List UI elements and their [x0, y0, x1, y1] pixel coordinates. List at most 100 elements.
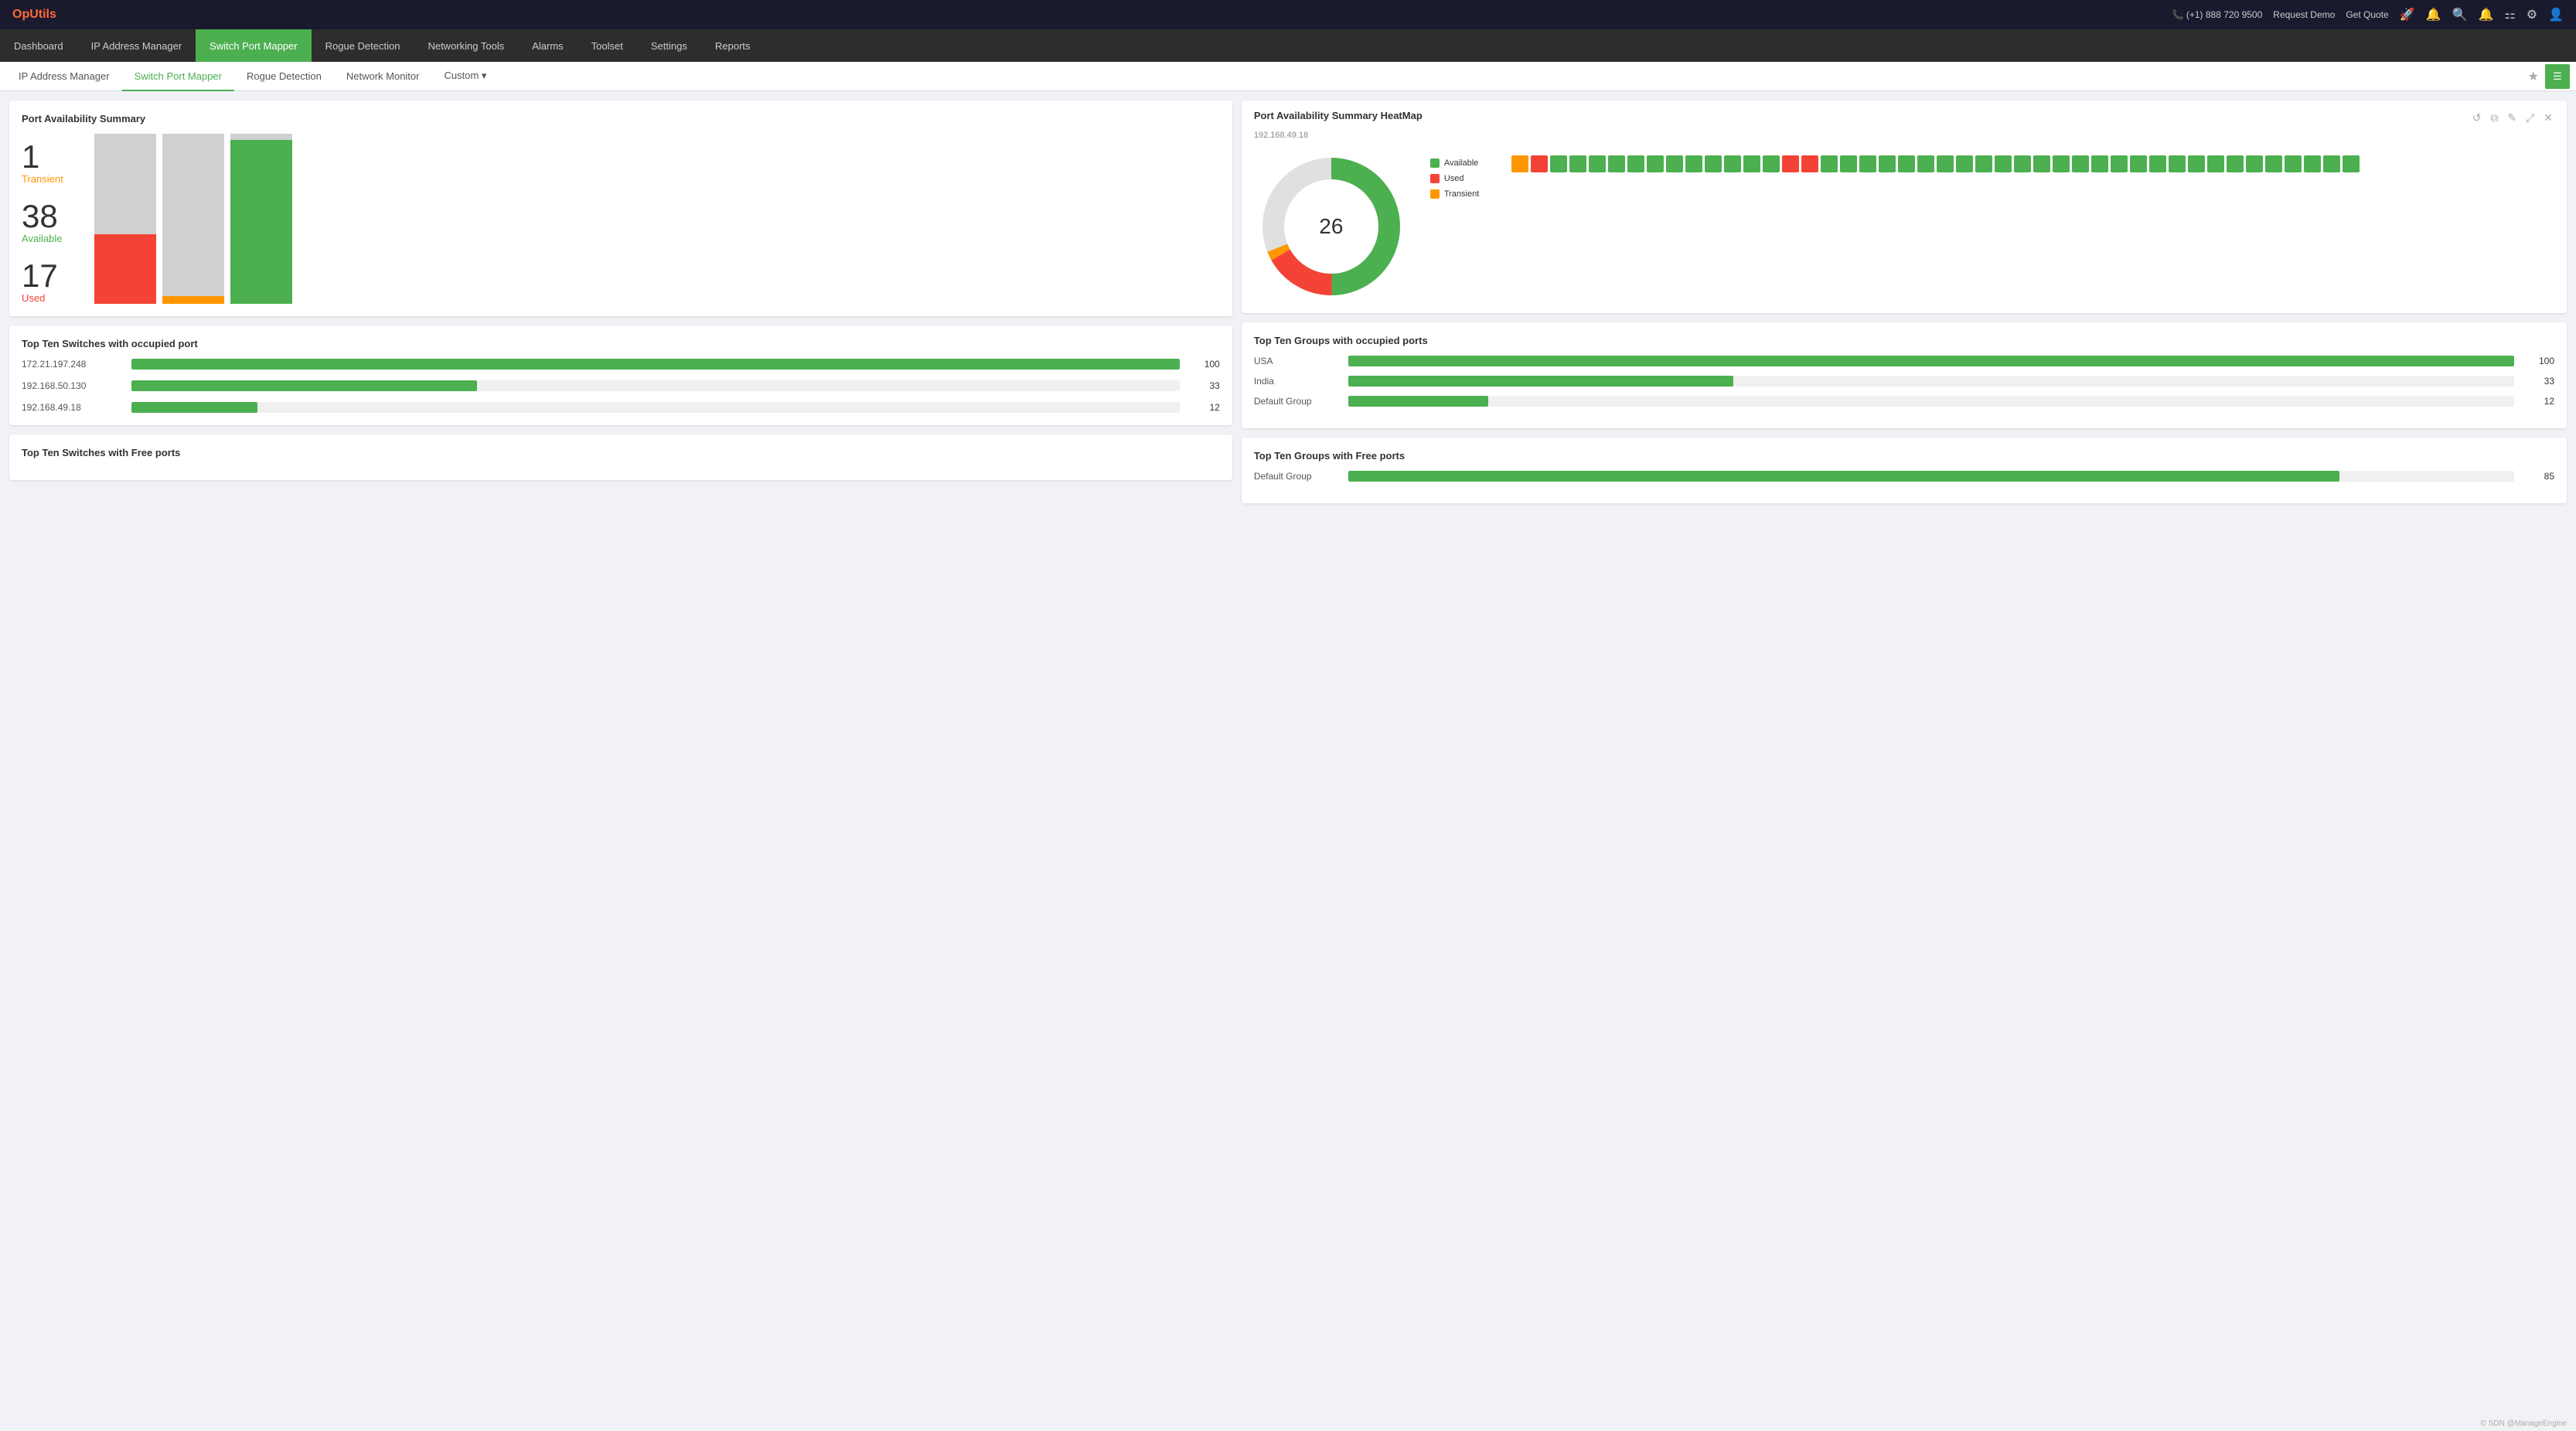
heatmap-cell[interactable]: [1898, 155, 1915, 172]
heatmap-cell[interactable]: [2169, 155, 2186, 172]
transient-stat: 1 Transient: [22, 141, 63, 185]
group-free-label-default: Default Group: [1254, 471, 1339, 482]
switch-label-3: 192.168.49.18: [22, 402, 122, 413]
heatmap-cell[interactable]: [1724, 155, 1741, 172]
heatmap-cell[interactable]: [2207, 155, 2224, 172]
heatmap-cell[interactable]: [2130, 155, 2147, 172]
sub-nav-ip-address-manager[interactable]: IP Address Manager: [6, 63, 122, 91]
heatmap-cell[interactable]: [1995, 155, 2012, 172]
heatmap-cell[interactable]: [2014, 155, 2031, 172]
heatmap-cell[interactable]: [2033, 155, 2050, 172]
switch-bar-track-3: [131, 402, 1180, 413]
heatmap-cell[interactable]: [2246, 155, 2263, 172]
group-bar-track-usa: [1348, 356, 2514, 366]
heatmap-cell[interactable]: [1937, 155, 1954, 172]
heatmap-cell[interactable]: [1879, 155, 1896, 172]
switch-row-3: 192.168.49.18 12: [22, 402, 1220, 413]
groups-free-list: Default Group 85: [1254, 471, 2554, 482]
heatmap-cell[interactable]: [2053, 155, 2070, 172]
copy-icon[interactable]: ⧉: [2489, 110, 2499, 126]
nav-item-switch-port-mapper[interactable]: Switch Port Mapper: [196, 29, 311, 62]
heatmap-cell[interactable]: [2072, 155, 2089, 172]
heatmap-subtitle: 192.168.49.18: [1254, 131, 1423, 140]
heatmap-cell[interactable]: [1821, 155, 1838, 172]
top-switches-free-card: Top Ten Switches with Free ports: [9, 434, 1232, 480]
group-bar-fill-india: [1348, 376, 1733, 387]
heatmap-cell[interactable]: [2265, 155, 2282, 172]
favorite-star-icon[interactable]: ★: [2528, 69, 2539, 84]
heatmap-cell[interactable]: [1569, 155, 1586, 172]
apps-icon[interactable]: ⚏: [2504, 7, 2515, 22]
refresh-icon[interactable]: ↺: [2471, 110, 2483, 126]
nav-item-alarms[interactable]: Alarms: [518, 29, 577, 62]
heatmap-cell[interactable]: [1975, 155, 1992, 172]
heatmap-actions: ↺ ⧉ ✎ ⤢ ✕: [2471, 110, 2554, 126]
heatmap-cell[interactable]: [1550, 155, 1567, 172]
heatmap-cell[interactable]: [1627, 155, 1644, 172]
heatmap-cell[interactable]: [1840, 155, 1857, 172]
nav-item-toolset[interactable]: Toolset: [578, 29, 637, 62]
group-label-india: India: [1254, 376, 1339, 387]
rocket-icon[interactable]: 🚀: [2400, 7, 2415, 22]
nav-item-rogue-detection[interactable]: Rogue Detection: [312, 29, 414, 62]
switches-occupied-list: 172.21.197.248 100 192.168.50.130 33 192…: [22, 359, 1220, 413]
hamburger-icon[interactable]: ☰: [2545, 64, 2570, 89]
heatmap-cell[interactable]: [1917, 155, 1934, 172]
heatmap-cell[interactable]: [2304, 155, 2321, 172]
sub-nav-switch-port-mapper[interactable]: Switch Port Mapper: [122, 63, 234, 91]
heatmap-cell[interactable]: [1647, 155, 1664, 172]
heatmap-cell[interactable]: [1743, 155, 1760, 172]
group-free-bar-track-default: [1348, 471, 2514, 482]
sub-nav-actions: ★ ☰: [2528, 64, 2570, 89]
heatmap-cell[interactable]: [2188, 155, 2205, 172]
heatmap-cell[interactable]: [1608, 155, 1625, 172]
switch-bar-fill-1: [131, 359, 1180, 370]
heatmap-cell[interactable]: [1666, 155, 1683, 172]
heatmap-cell[interactable]: [1511, 155, 1528, 172]
heatmap-cell[interactable]: [2149, 155, 2166, 172]
switch-row-1: 172.21.197.248 100: [22, 359, 1220, 370]
heatmap-cell[interactable]: [1589, 155, 1606, 172]
heatmap-cell[interactable]: [2227, 155, 2244, 172]
nav-item-reports[interactable]: Reports: [701, 29, 765, 62]
nav-item-networking-tools[interactable]: Networking Tools: [414, 29, 518, 62]
close-icon[interactable]: ✕: [2542, 110, 2554, 126]
heatmap-cell[interactable]: [1705, 155, 1722, 172]
sub-nav-rogue-detection[interactable]: Rogue Detection: [234, 63, 334, 91]
top-switches-occupied-card: Top Ten Switches with occupied port 172.…: [9, 325, 1232, 425]
heatmap-cell[interactable]: [1956, 155, 1973, 172]
transient-label: Transient: [22, 173, 63, 185]
heatmap-cell[interactable]: [2111, 155, 2128, 172]
heatmap-cell[interactable]: [2343, 155, 2360, 172]
notification-icon[interactable]: 🔔: [2478, 7, 2493, 22]
heatmap-cell[interactable]: [2091, 155, 2108, 172]
expand-icon[interactable]: ⤢: [2524, 110, 2536, 126]
available-legend-label: Available: [1444, 158, 1478, 168]
search-icon[interactable]: 🔍: [2452, 7, 2468, 22]
heatmap-cell[interactable]: [1782, 155, 1799, 172]
heatmap-cell[interactable]: [1685, 155, 1702, 172]
request-demo-link[interactable]: Request Demo: [2273, 9, 2335, 20]
heatmap-cell[interactable]: [1531, 155, 1548, 172]
heatmap-cell[interactable]: [2285, 155, 2302, 172]
group-bar-fill-usa: [1348, 356, 2514, 366]
settings-icon[interactable]: ⚙: [2527, 7, 2537, 22]
heatmap-cell[interactable]: [1859, 155, 1876, 172]
heatmap-cell[interactable]: [1763, 155, 1780, 172]
heatmap-cell[interactable]: [1801, 155, 1818, 172]
groups-occupied-list: USA 100 India 33 Default Group: [1254, 356, 2554, 407]
top-groups-free-title: Top Ten Groups with Free ports: [1254, 450, 2554, 462]
heatmap-cell[interactable]: [2323, 155, 2340, 172]
nav-item-ip-address-manager[interactable]: IP Address Manager: [77, 29, 196, 62]
switch-val-3: 12: [1189, 402, 1220, 413]
bell-icon[interactable]: 🔔: [2426, 7, 2441, 22]
nav-item-settings[interactable]: Settings: [637, 29, 701, 62]
edit-icon[interactable]: ✎: [2506, 110, 2518, 126]
right-column: Port Availability Summary HeatMap 192.16…: [1237, 101, 2567, 1407]
sub-nav-custom[interactable]: Custom ▾: [431, 63, 499, 91]
topbar-right: 📞 (+1) 888 720 9500 Request Demo Get Quo…: [2172, 7, 2564, 22]
user-avatar[interactable]: 👤: [2548, 7, 2564, 22]
nav-item-dashboard[interactable]: Dashboard: [0, 29, 77, 62]
get-quote-link[interactable]: Get Quote: [2346, 9, 2388, 20]
sub-nav-network-monitor[interactable]: Network Monitor: [334, 63, 432, 91]
